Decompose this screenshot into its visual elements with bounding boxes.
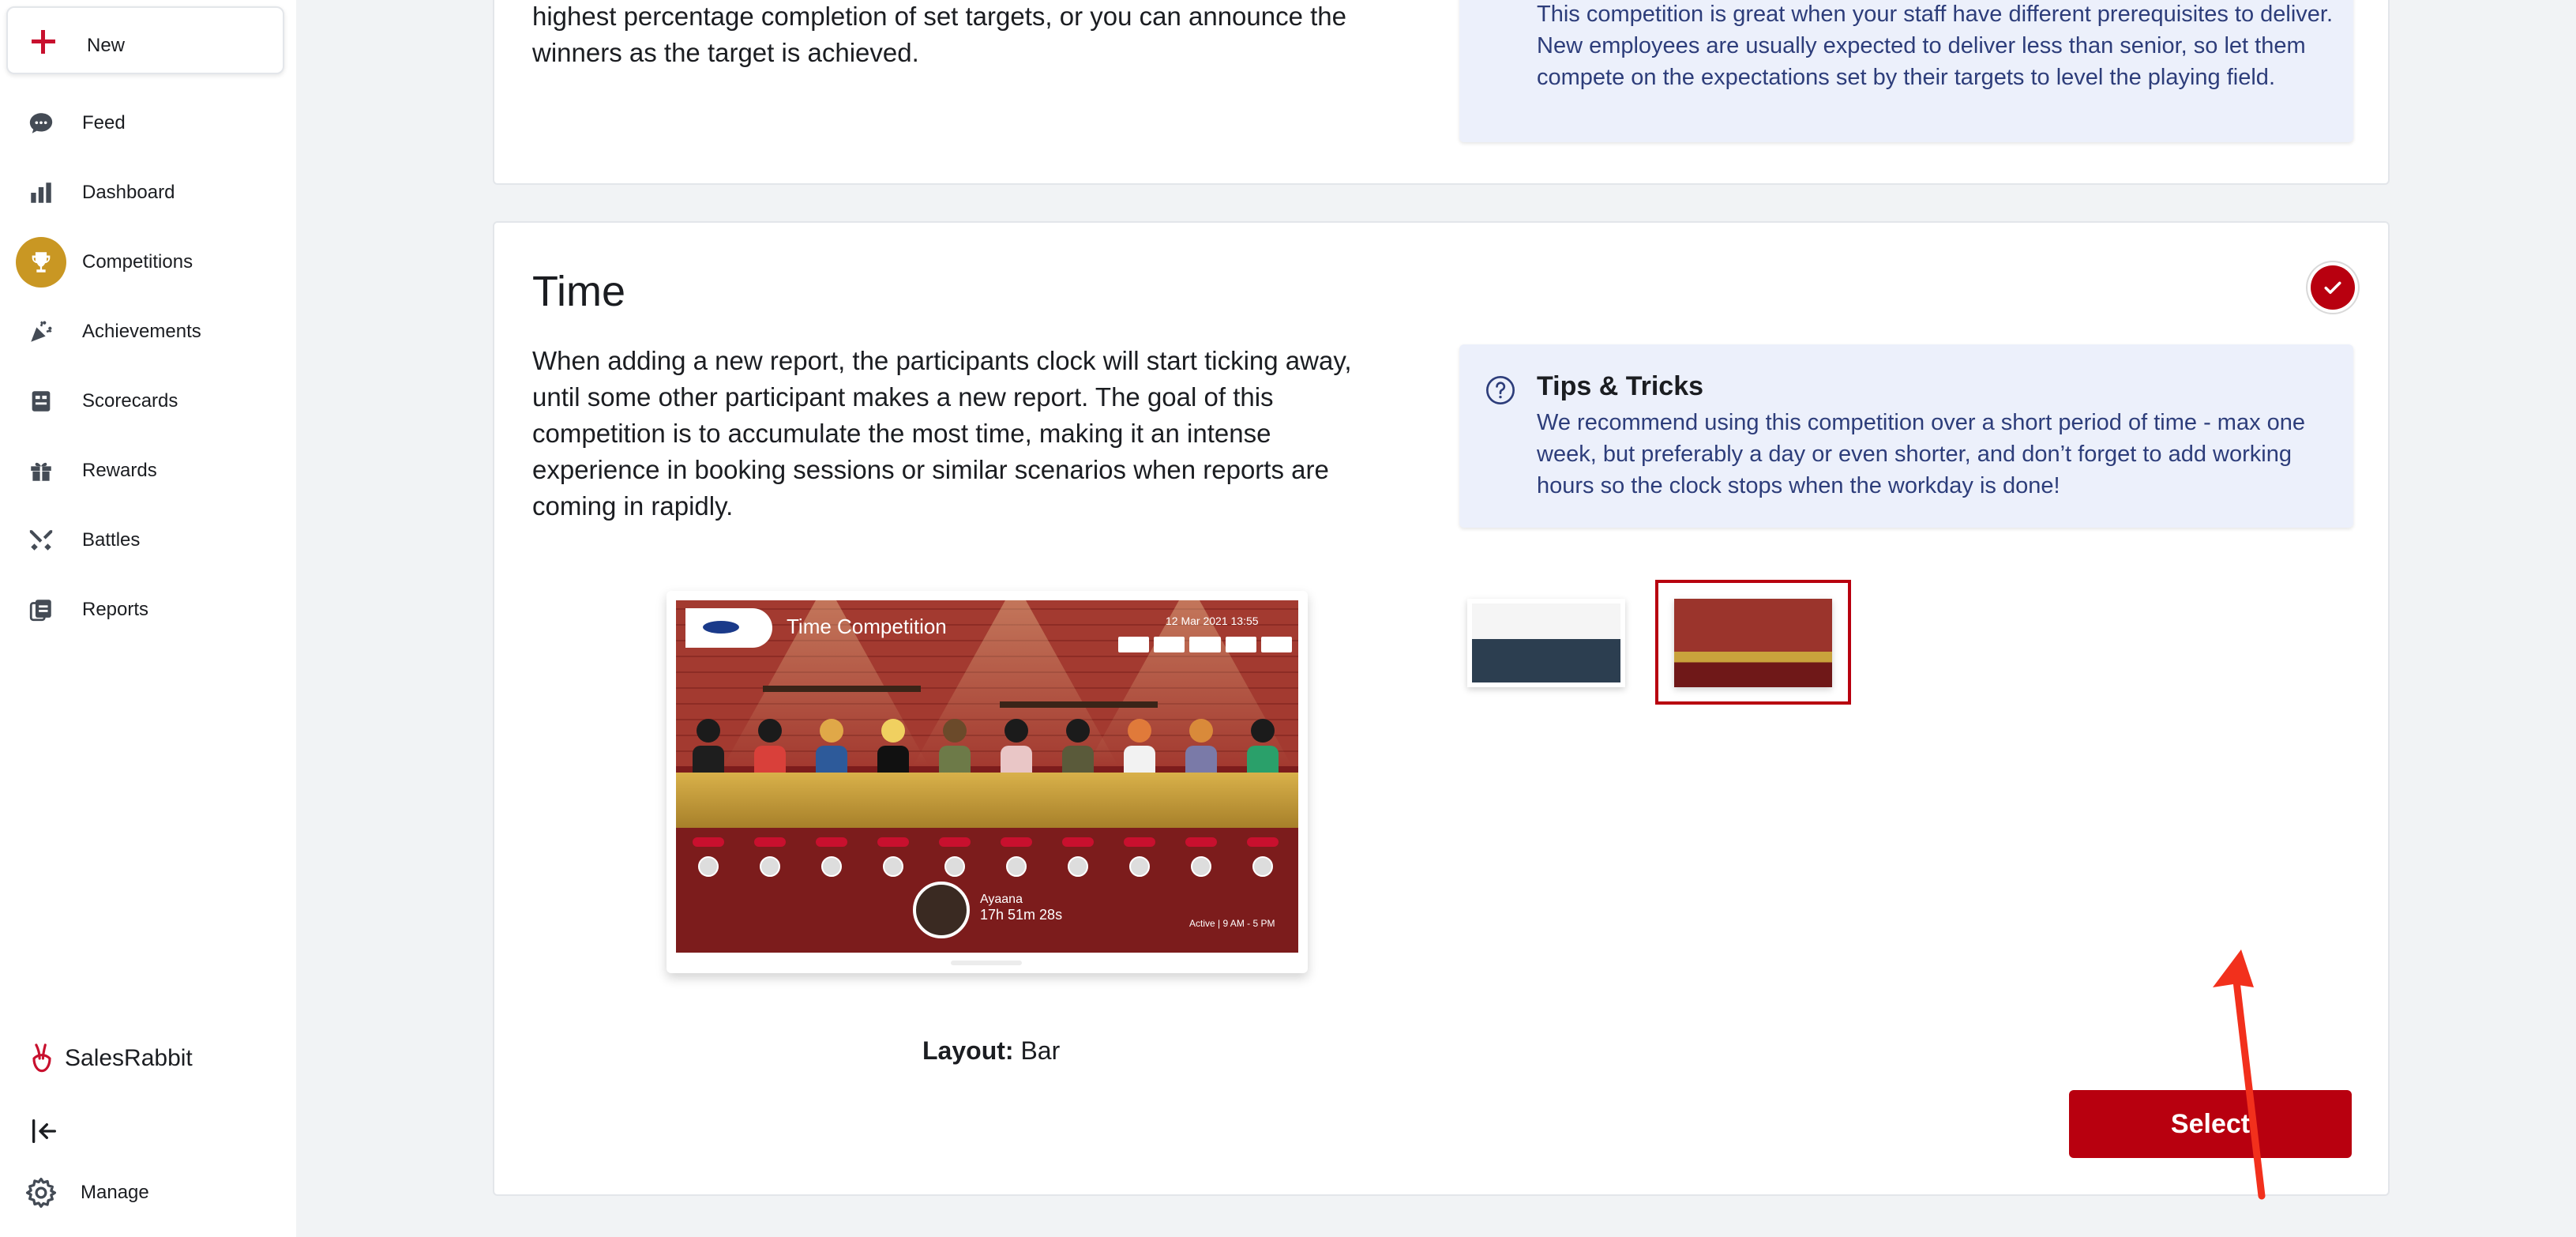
selected-check-icon[interactable] (2311, 265, 2355, 310)
collapse-sidebar-icon[interactable] (28, 1115, 60, 1147)
preview-date: 12 Mar 2021 13:55 (1166, 615, 1259, 627)
manage-label: Manage (81, 1182, 149, 1203)
trophy-icon (16, 237, 66, 288)
new-button[interactable]: New (6, 6, 284, 74)
sidebar-item-dashboard[interactable]: Dashboard (16, 167, 284, 218)
layout-thumbnail-2-selected[interactable] (1655, 580, 1851, 705)
sidebar-item-label: Reports (82, 599, 149, 620)
sidebar-item-reports[interactable]: Reports (16, 585, 284, 635)
party-popper-icon (16, 306, 66, 357)
preview-status: Active | 9 AM - 5 PM (1189, 918, 1275, 929)
gear-icon (25, 1177, 57, 1209)
sidebar-item-label: Achievements (82, 321, 201, 342)
layout-thumbnail-1[interactable] (1467, 599, 1625, 687)
sidebar-item-label: Feed (82, 112, 126, 133)
tips-box: This competition is great when your staf… (1459, 0, 2353, 142)
sidebar-item-label: Competitions (82, 251, 193, 273)
tips-text: This competition is great when your staf… (1537, 2, 2334, 90)
sidebar-item-label: Dashboard (82, 182, 175, 203)
leader-name: Ayaana (980, 893, 1023, 906)
preview-title: Time Competition (787, 615, 947, 638)
card-title: Time (532, 268, 625, 315)
sidebar: New Feed Dashboard Competitions Achievem… (0, 0, 296, 1237)
rabbit-logo-icon (32, 1043, 51, 1073)
telco-logo (685, 608, 772, 648)
brand-logo: SalesRabbit (30, 1043, 193, 1074)
scorecard-icon (16, 376, 66, 427)
tips-text: We recommend using this competition over… (1537, 410, 2306, 498)
sidebar-item-label: Rewards (82, 460, 157, 481)
preview-scroll-indicator (951, 961, 1022, 965)
sidebar-item-competitions[interactable]: Competitions (16, 237, 284, 288)
sidebar-item-label: Battles (82, 529, 141, 551)
sidebar-item-battles[interactable]: Battles (16, 515, 284, 566)
sidebar-item-rewards[interactable]: Rewards (16, 446, 284, 496)
gift-icon (16, 446, 66, 496)
chat-bubble-icon (16, 98, 66, 149)
new-button-label: New (87, 35, 126, 56)
crossed-swords-icon (16, 515, 66, 566)
layout-preview: Time Competition 12 Mar 2021 13:55 Ayaan… (667, 591, 1308, 973)
brand-name: SalesRabbit (65, 1045, 193, 1071)
tips-box: Tips & Tricks We recommend using this co… (1459, 344, 2353, 528)
competition-card-previous: highest percentage completion of set tar… (493, 0, 2390, 185)
sidebar-item-label: Scorecards (82, 390, 178, 412)
layout-label: Layout: Bar (922, 1036, 1061, 1065)
plus-icon (32, 30, 55, 54)
competition-card-time: Time When adding a new report, the parti… (493, 221, 2390, 1200)
leader-avatar (913, 882, 970, 938)
competition-description: When adding a new report, the participan… (532, 346, 1352, 521)
preview-screen: Time Competition 12 Mar 2021 13:55 Ayaan… (676, 600, 1298, 953)
leader-time: 17h 51m 28s (980, 907, 1063, 923)
select-button[interactable]: Select (2069, 1090, 2352, 1158)
tips-title: Tips & Tricks (1537, 371, 1704, 401)
sidebar-item-achievements[interactable]: Achievements (16, 306, 284, 357)
layout-value: Bar (1020, 1036, 1061, 1065)
sidebar-item-feed[interactable]: Feed (16, 98, 284, 149)
annotation-arrow-icon (2213, 949, 2266, 1200)
bar-chart-icon (16, 167, 66, 218)
help-circle-icon (1486, 376, 1515, 404)
manage-button[interactable]: Manage (24, 1175, 149, 1210)
reports-icon (16, 585, 66, 635)
sidebar-item-scorecards[interactable]: Scorecards (16, 376, 284, 427)
competition-description: highest percentage completion of set tar… (532, 2, 1347, 67)
